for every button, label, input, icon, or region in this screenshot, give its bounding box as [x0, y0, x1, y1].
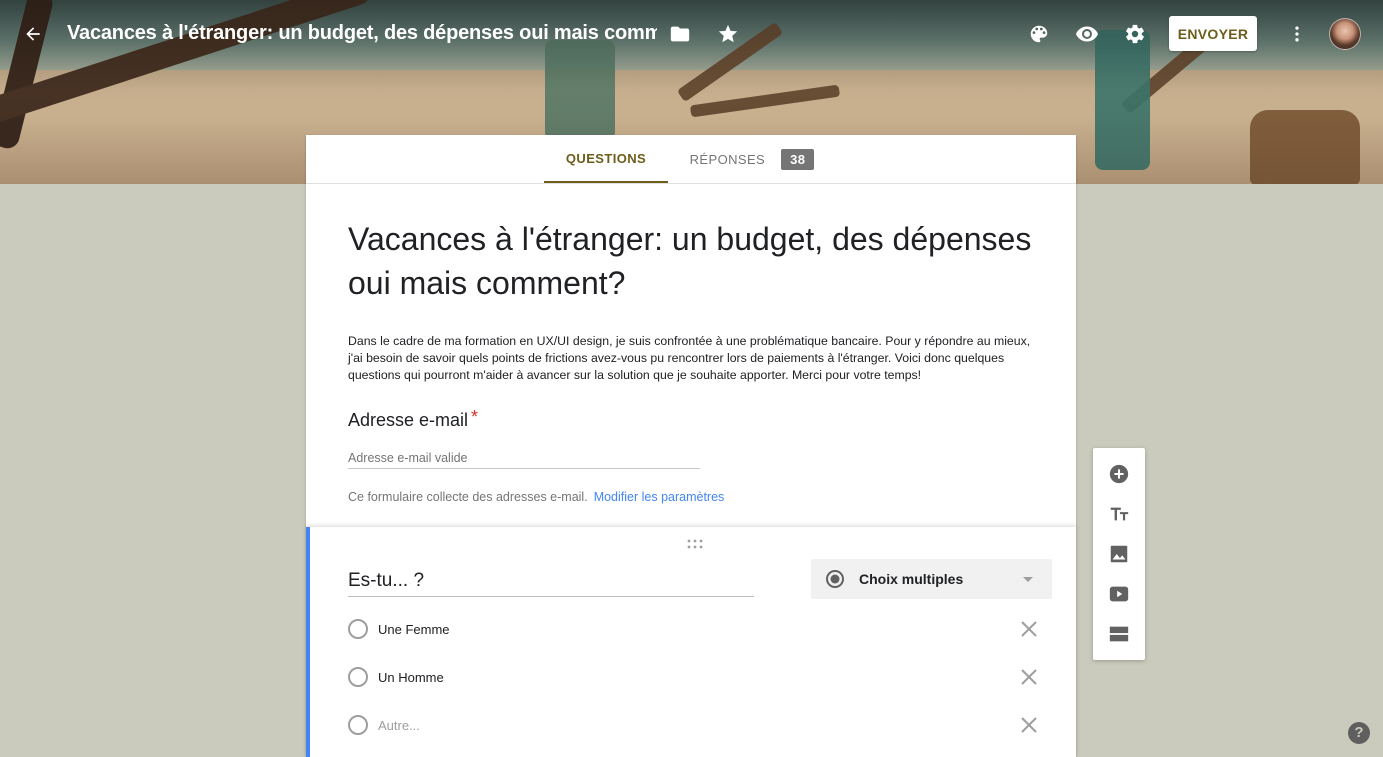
top-toolbar: Vacances à l'étranger: un budget, des dé…: [0, 0, 1383, 68]
email-collect-text: Ce formulaire collecte des adresses e-ma…: [348, 490, 588, 504]
tab-responses[interactable]: RÉPONSES 38: [680, 135, 824, 183]
form-title[interactable]: Vacances à l'étranger: un budget, des dé…: [348, 217, 1038, 305]
option-label-other[interactable]: Autre...: [378, 718, 420, 733]
tab-bar: QUESTIONS RÉPONSES 38: [306, 135, 1076, 184]
image-icon[interactable]: [1107, 542, 1131, 566]
title-text-icon[interactable]: [1107, 502, 1131, 526]
email-question: Adresse e-mail* Ce formulaire collecte d…: [348, 407, 1038, 504]
responses-count-badge: 38: [781, 148, 815, 170]
star-icon[interactable]: [712, 18, 744, 50]
radio-circle-icon: [348, 619, 368, 639]
more-vert-icon[interactable]: [1281, 18, 1313, 50]
close-icon[interactable]: [1020, 716, 1038, 734]
required-asterisk: *: [471, 407, 479, 427]
eye-icon[interactable]: [1071, 18, 1103, 50]
close-icon[interactable]: [1020, 620, 1038, 638]
question-type-label: Choix multiples: [859, 571, 964, 587]
form-description[interactable]: Dans le cadre de ma formation en UX/UI d…: [348, 333, 1032, 384]
add-question-icon[interactable]: [1107, 462, 1131, 486]
question-card[interactable]: Es-tu... ? Choix multiples Une Femme Un …: [306, 527, 1076, 757]
close-icon[interactable]: [1020, 668, 1038, 686]
email-label: Adresse e-mail: [348, 410, 469, 430]
tab-responses-label: RÉPONSES: [689, 151, 766, 167]
modify-settings-link[interactable]: Modifier les paramètres: [594, 490, 725, 504]
question-title-input[interactable]: Es-tu... ?: [348, 567, 754, 597]
video-icon[interactable]: [1107, 582, 1131, 606]
form-title-header[interactable]: Vacances à l'étranger: un budget, des dé…: [67, 22, 657, 45]
palette-icon[interactable]: [1023, 18, 1055, 50]
question-type-dropdown[interactable]: Choix multiples: [811, 559, 1052, 599]
help-icon[interactable]: ?: [1348, 722, 1370, 744]
option-label[interactable]: Un Homme: [378, 670, 444, 685]
option-row-other: Autre...: [348, 711, 1048, 741]
email-label-row: Adresse e-mail *: [348, 407, 1038, 431]
dropdown-arrow-icon: [1023, 577, 1033, 582]
folder-icon[interactable]: [664, 18, 696, 50]
tab-questions-label: QUESTIONS: [565, 150, 647, 166]
radio-circle-icon: [348, 667, 368, 687]
radio-button-icon: [825, 569, 845, 589]
drag-handle-icon[interactable]: [686, 536, 704, 549]
option-label[interactable]: Une Femme: [378, 622, 450, 637]
form-header-section: Vacances à l'étranger: un budget, des dé…: [348, 217, 1038, 384]
avatar[interactable]: [1329, 18, 1361, 50]
option-row: Un Homme: [348, 663, 1048, 693]
radio-circle-icon: [348, 715, 368, 735]
back-arrow-icon[interactable]: [18, 20, 48, 48]
email-collect-note: Ce formulaire collecte des adresses e-ma…: [348, 490, 1038, 504]
email-field[interactable]: [348, 447, 700, 469]
option-row: Une Femme: [348, 615, 1048, 645]
section-icon[interactable]: [1107, 622, 1131, 646]
send-button[interactable]: ENVOYER: [1169, 16, 1257, 51]
tab-questions[interactable]: QUESTIONS: [544, 135, 668, 183]
gear-icon[interactable]: [1119, 18, 1151, 50]
side-toolbar: [1093, 448, 1145, 660]
